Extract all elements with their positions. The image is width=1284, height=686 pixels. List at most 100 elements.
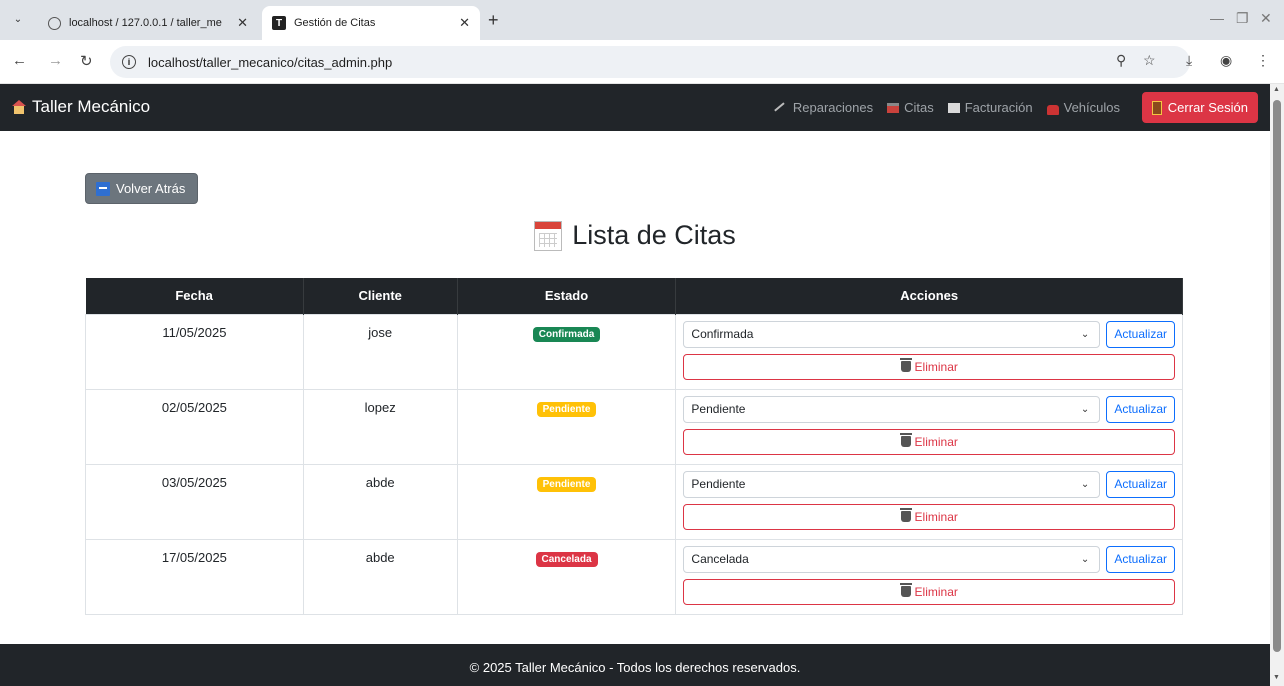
table-row: 02/05/2025 lopez Pendiente Pendiente ⌄ A… bbox=[85, 388, 1183, 465]
site-favicon-icon: T bbox=[272, 16, 286, 30]
update-button[interactable]: Actualizar bbox=[1106, 320, 1175, 348]
delete-button[interactable]: Eliminar bbox=[683, 578, 1175, 605]
page-scrollbar[interactable]: ▲ ▼ bbox=[1270, 84, 1284, 686]
delete-button-label: Eliminar bbox=[914, 509, 958, 524]
house-icon bbox=[12, 100, 26, 114]
nav-link-vehiculos[interactable]: Vehículos bbox=[1046, 100, 1120, 115]
nav-link-citas[interactable]: Citas bbox=[887, 100, 934, 115]
cell-cliente: abde bbox=[302, 463, 458, 540]
minimize-icon[interactable]: — bbox=[1210, 10, 1224, 26]
cell-cliente: jose bbox=[302, 313, 458, 390]
page-title: Lista de Citas bbox=[0, 220, 1270, 251]
cell-estado: Pendiente bbox=[456, 463, 677, 540]
back-icon bbox=[96, 181, 110, 196]
estado-select-value: Pendiente bbox=[691, 402, 746, 416]
chevron-down-icon: ⌄ bbox=[1080, 553, 1090, 565]
table-row: 11/05/2025 jose Confirmada Confirmada ⌄ … bbox=[85, 313, 1183, 390]
cell-acciones: Confirmada ⌄ Actualizar Eliminar bbox=[675, 313, 1183, 390]
download-icon[interactable]: ⤓ bbox=[1186, 52, 1192, 69]
nav-link-reparaciones[interactable]: Reparaciones bbox=[774, 100, 874, 118]
delete-button[interactable]: Eliminar bbox=[683, 503, 1175, 530]
column-header-estado: Estado bbox=[457, 278, 677, 314]
trash-icon bbox=[899, 508, 912, 522]
address-bar[interactable]: i localhost/taller_mecanico/citas_admin.… bbox=[110, 46, 1190, 78]
citas-table: Fecha Cliente Estado Acciones 11/05/2025… bbox=[85, 278, 1183, 615]
chevron-down-icon: ⌄ bbox=[1080, 403, 1090, 415]
close-icon[interactable]: ✕ bbox=[237, 15, 248, 31]
cell-cliente: lopez bbox=[302, 388, 458, 465]
cell-fecha: 17/05/2025 bbox=[85, 538, 304, 615]
status-badge: Confirmada bbox=[532, 326, 601, 342]
site-info-icon[interactable]: i bbox=[122, 55, 136, 69]
estado-select[interactable]: Cancelada ⌄ bbox=[683, 545, 1101, 573]
logout-label: Cerrar Sesión bbox=[1167, 100, 1248, 115]
back-button-label: Volver Atrás bbox=[116, 181, 186, 196]
update-button[interactable]: Actualizar bbox=[1106, 470, 1175, 498]
url-text: localhost/taller_mecanico/citas_admin.ph… bbox=[148, 54, 393, 70]
tab-title: localhost / 127.0.0.1 / taller_me bbox=[69, 17, 222, 29]
back-button[interactable]: Volver Atrás bbox=[85, 173, 199, 204]
tab-title: Gestión de Citas bbox=[294, 17, 376, 29]
cell-acciones: Pendiente ⌄ Actualizar Eliminar bbox=[675, 463, 1183, 540]
estado-select[interactable]: Pendiente ⌄ bbox=[683, 470, 1101, 498]
nav-link-label: Vehículos bbox=[1063, 100, 1120, 115]
cell-fecha: 02/05/2025 bbox=[85, 388, 304, 465]
cell-fecha: 11/05/2025 bbox=[85, 313, 304, 390]
cell-fecha: 03/05/2025 bbox=[85, 463, 304, 540]
profile-icon[interactable]: ◉ bbox=[1220, 52, 1232, 69]
status-badge: Cancelada bbox=[535, 551, 598, 567]
update-button[interactable]: Actualizar bbox=[1106, 545, 1175, 573]
nav-link-label: Reparaciones bbox=[792, 100, 874, 115]
scroll-down-icon[interactable]: ▼ bbox=[1273, 674, 1280, 681]
scrollbar-thumb[interactable] bbox=[1273, 100, 1281, 652]
delete-button-label: Eliminar bbox=[914, 359, 958, 374]
nav-links: Reparaciones Citas Facturación Vehículos bbox=[774, 100, 1120, 118]
estado-select[interactable]: Pendiente ⌄ bbox=[683, 395, 1101, 423]
status-badge: Pendiente bbox=[536, 476, 597, 492]
update-form: Confirmada ⌄ Actualizar bbox=[683, 320, 1175, 348]
cell-estado: Pendiente bbox=[456, 388, 677, 465]
bookmark-star-icon[interactable]: ☆ bbox=[1143, 52, 1156, 69]
door-icon bbox=[1151, 100, 1162, 115]
scroll-up-icon[interactable]: ▲ bbox=[1273, 86, 1280, 93]
nav-link-facturacion[interactable]: Facturación bbox=[947, 100, 1033, 115]
delete-button-label: Eliminar bbox=[914, 434, 958, 449]
browser-tab-phpmyadmin[interactable]: localhost / 127.0.0.1 / taller_me ✕ bbox=[38, 6, 258, 40]
restore-icon[interactable]: ❐ bbox=[1236, 10, 1249, 27]
car-icon bbox=[1046, 105, 1059, 115]
estado-select[interactable]: Confirmada ⌄ bbox=[683, 320, 1101, 348]
tab-search-icon[interactable]: ⌄ bbox=[10, 12, 26, 28]
menu-kebab-icon[interactable]: ⋮ bbox=[1256, 52, 1270, 69]
brand-link[interactable]: Taller Mecánico bbox=[12, 97, 150, 117]
chevron-down-icon: ⌄ bbox=[1080, 328, 1090, 340]
page-footer: © 2025 Taller Mecánico - Todos los derec… bbox=[0, 644, 1270, 686]
column-header-fecha: Fecha bbox=[85, 278, 304, 314]
new-tab-icon[interactable]: + bbox=[488, 10, 499, 31]
table-row: 17/05/2025 abde Cancelada Cancelada ⌄ Ac… bbox=[85, 538, 1183, 615]
receipt-icon bbox=[947, 102, 960, 113]
wrench-icon bbox=[774, 101, 790, 118]
browser-tab-citas[interactable]: T Gestión de Citas ✕ bbox=[262, 6, 480, 40]
logout-button[interactable]: Cerrar Sesión bbox=[1141, 92, 1258, 123]
trash-icon bbox=[899, 358, 912, 372]
estado-select-value: Confirmada bbox=[691, 327, 754, 341]
reload-icon[interactable]: ↻ bbox=[80, 52, 93, 70]
window-close-icon[interactable]: ✕ bbox=[1260, 10, 1272, 27]
cell-estado: Cancelada bbox=[456, 538, 677, 615]
update-button[interactable]: Actualizar bbox=[1106, 395, 1175, 423]
brand-title: Taller Mecánico bbox=[32, 97, 151, 116]
delete-button[interactable]: Eliminar bbox=[683, 353, 1175, 380]
zoom-icon[interactable]: ⚲ bbox=[1116, 52, 1126, 69]
browser-toolbar: ← → ↻ i localhost/taller_mecanico/citas_… bbox=[0, 40, 1284, 84]
delete-button[interactable]: Eliminar bbox=[683, 428, 1175, 455]
cell-estado: Confirmada bbox=[456, 313, 677, 390]
table-row: 03/05/2025 abde Pendiente Pendiente ⌄ Ac… bbox=[85, 463, 1183, 540]
estado-select-value: Pendiente bbox=[691, 477, 746, 491]
app-navbar: Taller Mecánico Reparaciones Citas Factu… bbox=[0, 84, 1270, 131]
back-arrow-icon[interactable]: ← bbox=[12, 52, 27, 69]
update-form: Pendiente ⌄ Actualizar bbox=[683, 470, 1175, 498]
forward-arrow-icon[interactable]: → bbox=[48, 52, 63, 69]
close-icon[interactable]: ✕ bbox=[459, 15, 470, 31]
cell-acciones: Cancelada ⌄ Actualizar Eliminar bbox=[675, 538, 1183, 615]
trash-icon bbox=[899, 433, 912, 447]
